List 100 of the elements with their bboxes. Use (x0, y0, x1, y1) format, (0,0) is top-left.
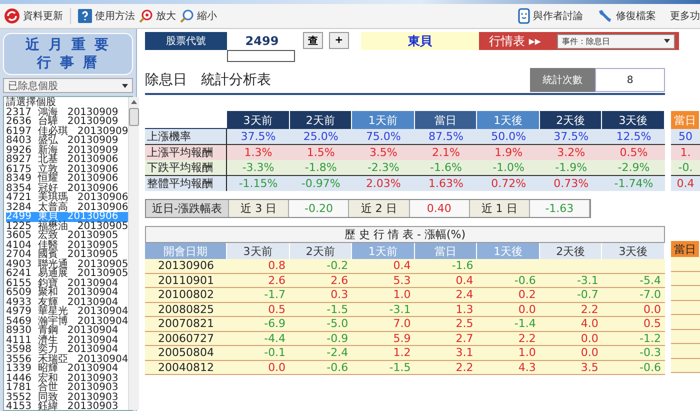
table-cell-text: 4.3 (517, 360, 537, 374)
table-cell-text: 0.5 (267, 302, 287, 316)
stock-list-item[interactable]: 3598 奕力 20130904 (6, 345, 128, 354)
table-cell-text: -3.1 (576, 274, 600, 287)
toolbar-button[interactable]: 資料更新 (4, 8, 63, 24)
column-header: 3天前 (227, 111, 289, 129)
stock-list-item[interactable]: 6509 聚和 20130904 (6, 288, 128, 298)
date-cell-text: 20110901 (157, 274, 215, 287)
table-cell-text: 2.6 (267, 274, 287, 287)
stock-list-item[interactable]: 8349 恒耀 20130906 (6, 174, 128, 184)
stock-code-label: 股票代號 (145, 32, 227, 50)
toolbar-button[interactable]: 更多功 (670, 9, 700, 23)
stock-list-item[interactable]: 4721 美琪瑪 20130906 (6, 193, 128, 202)
stock-list-item[interactable]: 9926 新海 20130909 (6, 146, 128, 155)
stock-list-item[interactable]: 2704 國賓 20130905 (6, 250, 128, 260)
search-button[interactable]: 查 (303, 32, 323, 49)
table-cell-text: 0.5 (642, 317, 662, 330)
stock-list-item[interactable]: 8930 青鋼 20130904 (6, 326, 128, 336)
stock-list-item[interactable]: 6175 立敦 20130906 (6, 164, 128, 174)
toolbar-button[interactable]: 縮小 (180, 9, 217, 23)
table-cell-text: -1.6% (429, 160, 463, 175)
date-cell-text: 20040812 (157, 360, 215, 374)
table-cell-text: 3.5% (368, 145, 398, 160)
stock-list-item[interactable]: 4933 友輝 20130904 (6, 298, 128, 307)
table-cell-text: 37.5% (240, 129, 277, 144)
stock-list-item[interactable]: 1781 合世 20130903 (6, 383, 128, 392)
stock-list-item[interactable]: 8927 北基 20130906 (6, 155, 128, 164)
stock-list-item[interactable]: 1446 宏和 20130903 (6, 374, 128, 383)
stock-list-item[interactable]: 3552 同致 20130903 (6, 392, 128, 402)
table-cell (671, 358, 700, 373)
stock-list-item[interactable]: 1225 福懋油 20130905 (6, 222, 128, 231)
toolbar-button[interactable]: 使用方法 (78, 9, 135, 23)
table-cell-text: -0.7 (576, 288, 600, 302)
table-cell-text: -3.3% (241, 160, 276, 175)
stock-list-item[interactable]: 2317 鴻海 20130909 (6, 108, 128, 117)
table-cell-text: -1.2 (638, 332, 662, 345)
help-icon (78, 9, 92, 23)
column-header: 當日 (414, 111, 476, 129)
table-cell-text: 1.3% (243, 145, 274, 160)
stock-list-item[interactable]: 6197 佳必琪 20130909 (6, 126, 128, 136)
stock-list-item[interactable]: 4979 華星光 20130904 (6, 307, 128, 316)
table-cell: -0. (671, 160, 700, 175)
stock-list-item[interactable]: 2636 台驊 20130909 (6, 117, 128, 126)
stock-code-field[interactable]: 2499 (227, 32, 297, 50)
wrench-icon (597, 8, 613, 24)
scroll-thumb[interactable] (129, 108, 140, 126)
scrollbar[interactable] (128, 97, 140, 410)
table-cell-text: -0.6 (513, 274, 537, 287)
table-cell-text: 1.5% (306, 145, 336, 160)
table-cell-text: -2.4 (326, 346, 350, 360)
date-cell-text: 20070821 (157, 317, 215, 330)
column-header: 1天前 (352, 111, 414, 129)
input-field[interactable] (227, 50, 295, 62)
table-cell-text: 0.0 (517, 302, 537, 316)
table-cell-text: 0.5% (618, 145, 649, 160)
stock-list-item[interactable]: 4153 鈺緯 20130903 (6, 402, 128, 411)
stock-list-item[interactable]: 8403 盛弘 20130909 (6, 136, 128, 146)
recent-label: 近日-漲跌幅表 (146, 200, 229, 217)
table-cell (671, 315, 700, 330)
table-cell-text: 50.0% (490, 129, 528, 144)
table-cell-text: 4.0 (580, 317, 600, 330)
toolbar-button[interactable]: 與作者討論 (518, 8, 583, 24)
stock-list-item[interactable]: 8354 冠好 20130906 (6, 184, 128, 193)
stock-list-item[interactable]: 4111 濟生 20130904 (6, 336, 128, 345)
scroll-up-icon[interactable] (131, 100, 138, 104)
table-cell-text: -5.0 (326, 317, 350, 330)
stock-list-item[interactable]: 3605 宏致 20130905 (6, 231, 128, 240)
search-button[interactable]: + (329, 32, 349, 49)
table-cell-text: -4.4 (263, 332, 287, 345)
stock-list-item[interactable]: 1339 昭輝 20130904 (6, 364, 128, 374)
table-cell-text: 1.2 (392, 346, 412, 360)
toolbar-button[interactable]: 修復檔案 (597, 8, 656, 24)
stock-list-item[interactable]: 3556 禾瑞亞 20130904 (6, 354, 128, 364)
date-cell-text: 20080825 (157, 302, 215, 316)
stock-list-item[interactable]: 6241 易通展 20130905 (6, 269, 128, 278)
filter-dropdown[interactable]: 已除息個股 (3, 78, 133, 93)
table-cell (671, 286, 700, 300)
table-cell-text: 5.3 (392, 274, 412, 287)
table-cell-text: 5.9 (392, 332, 412, 345)
stock-list-item[interactable]: 5469 瀚宇博 20130904 (6, 316, 128, 326)
stock-list-item[interactable]: 4903 聯光通 20130905 (6, 260, 128, 269)
stock-list-item[interactable]: 6155 鈞寶 20130904 (6, 278, 128, 288)
stock-list-item[interactable]: 4104 佳醫 20130905 (6, 240, 128, 250)
table-cell: 1. (671, 144, 700, 160)
table-cell-text: -0.3 (638, 346, 662, 360)
toolbar-button[interactable]: 放大 (139, 9, 176, 23)
table-cell-text: -3.1 (388, 302, 412, 316)
date-cell-text: 20050804 (157, 346, 215, 360)
table-cell-text: 0.0 (642, 302, 662, 316)
event-dropdown[interactable]: 事件：除息日 (556, 34, 675, 48)
list-header: 請選擇個股 (6, 98, 56, 108)
zoom-out-icon (180, 9, 194, 23)
table-cell-text: 75.0% (364, 129, 402, 144)
column-header: 2天前 (290, 111, 352, 129)
column-header: 開會日期 (145, 243, 226, 259)
table-cell-text: 0.0 (580, 332, 600, 345)
stock-list-item[interactable]: 3284 太普高 20130906 (6, 202, 128, 212)
column-header: 當日 (671, 241, 699, 257)
table-cell-text: -1.5 (388, 360, 412, 374)
table-cell-text: -1.74% (613, 176, 654, 191)
